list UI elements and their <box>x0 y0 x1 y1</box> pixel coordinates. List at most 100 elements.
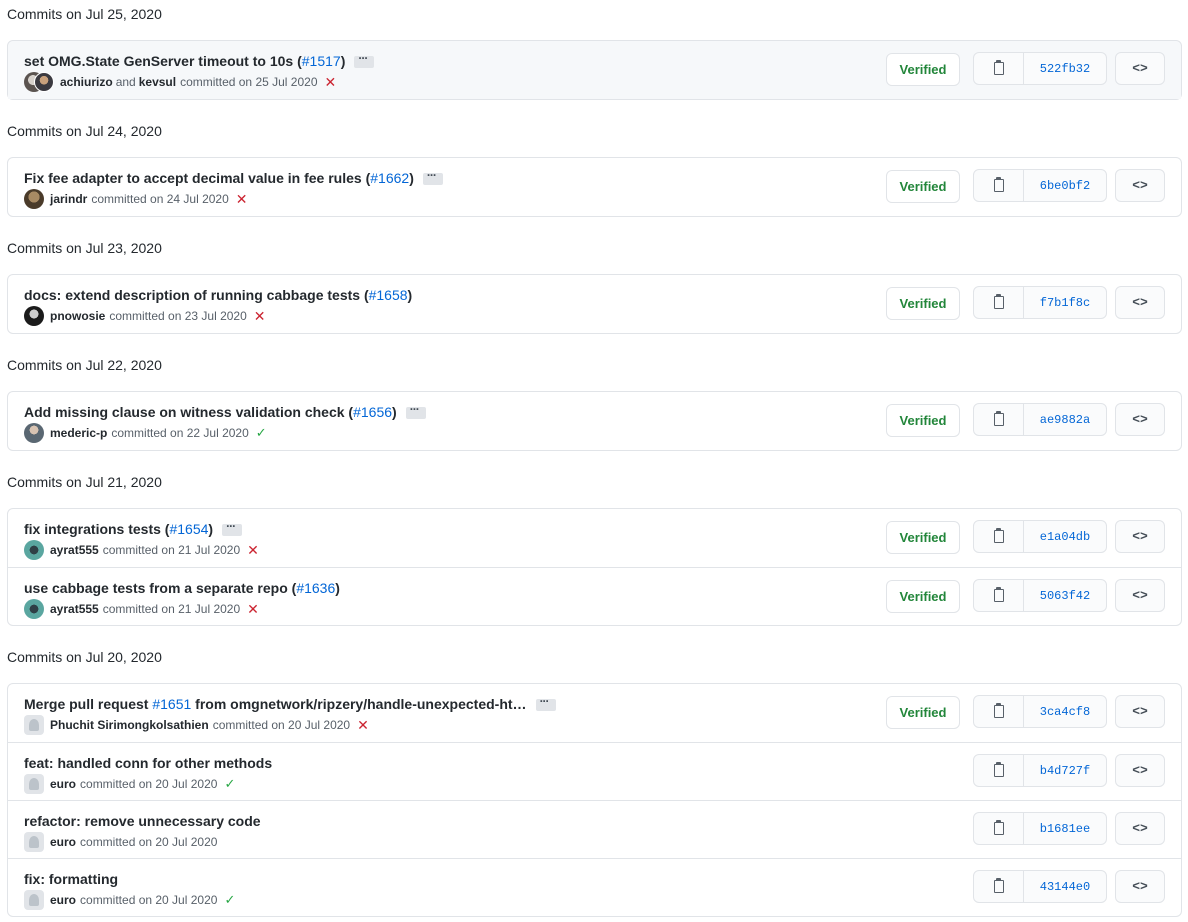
commit-title[interactable]: fix: formatting <box>24 871 118 887</box>
browse-repo-button[interactable]: <> <box>1115 812 1165 845</box>
commit-title-text[interactable]: use cabbage tests from a separate repo ( <box>24 580 296 596</box>
commit-title-text[interactable]: Merge pull request <box>24 696 152 712</box>
browse-repo-button[interactable]: <> <box>1115 579 1165 612</box>
commit-sha-link[interactable]: ae9882a <box>1024 404 1106 435</box>
browse-repo-button[interactable]: <> <box>1115 870 1165 903</box>
avatar-stack[interactable] <box>24 72 54 92</box>
browse-repo-button[interactable]: <> <box>1115 695 1165 728</box>
author-link[interactable]: Phuchit Sirimongkolsathien <box>50 718 209 732</box>
verified-badge[interactable]: Verified <box>886 170 960 203</box>
commit-title-text[interactable]: Fix fee adapter to accept decimal value … <box>24 170 370 186</box>
avatar[interactable] <box>24 832 44 852</box>
verified-badge[interactable]: Verified <box>886 696 960 729</box>
ci-success-icon[interactable]: ✓ <box>224 776 235 792</box>
ci-failed-icon[interactable]: ✕ <box>247 542 259 559</box>
avatar[interactable] <box>24 189 44 209</box>
commit-title[interactable]: refactor: remove unnecessary code <box>24 813 261 829</box>
commit-title-suffix[interactable]: ) <box>208 521 213 537</box>
commit-sha-link[interactable]: b4d727f <box>1024 755 1106 786</box>
commit-title-text[interactable]: fix integrations tests ( <box>24 521 169 537</box>
avatar[interactable] <box>24 715 44 735</box>
browse-repo-button[interactable]: <> <box>1115 52 1165 85</box>
commit-title[interactable]: feat: handled conn for other methods <box>24 755 272 771</box>
pull-request-link[interactable]: #1662 <box>370 170 409 186</box>
avatar[interactable] <box>24 423 44 443</box>
commit-title-suffix[interactable]: ) <box>392 404 397 420</box>
commit-sha-link[interactable]: e1a04db <box>1024 521 1106 552</box>
copy-sha-button[interactable] <box>974 871 1024 902</box>
author-link[interactable]: euro <box>50 777 76 791</box>
commit-title-text[interactable]: set OMG.State GenServer timeout to 10s ( <box>24 53 302 69</box>
ci-failed-icon[interactable]: ✕ <box>254 308 266 325</box>
commit-sha-link[interactable]: 5063f42 <box>1024 580 1106 611</box>
browse-repo-button[interactable]: <> <box>1115 754 1165 787</box>
pull-request-link[interactable]: #1654 <box>169 521 208 537</box>
pull-request-link[interactable]: #1656 <box>353 404 392 420</box>
author-link[interactable]: jarindr <box>50 192 87 206</box>
copy-sha-button[interactable] <box>974 287 1024 318</box>
ci-success-icon[interactable]: ✓ <box>256 425 267 441</box>
avatar[interactable] <box>34 72 54 92</box>
commit-sha-link[interactable]: 6be0bf2 <box>1024 170 1106 201</box>
copy-sha-button[interactable] <box>974 813 1024 844</box>
copy-sha-button[interactable] <box>974 696 1024 727</box>
author-link[interactable]: mederic-p <box>50 426 107 440</box>
copy-sha-button[interactable] <box>974 404 1024 435</box>
avatar[interactable] <box>24 540 44 560</box>
commit-title[interactable]: Fix fee adapter to accept decimal value … <box>24 170 414 186</box>
commit-title-text[interactable]: feat: handled conn for other methods <box>24 755 272 771</box>
commit-title[interactable]: use cabbage tests from a separate repo (… <box>24 580 340 596</box>
copy-sha-button[interactable] <box>974 521 1024 552</box>
pull-request-link[interactable]: #1517 <box>302 53 341 69</box>
avatar[interactable] <box>24 306 44 326</box>
expand-message-button[interactable] <box>222 519 243 536</box>
browse-repo-button[interactable]: <> <box>1115 169 1165 202</box>
commit-title[interactable]: Merge pull request #1651 from omgnetwork… <box>24 696 527 712</box>
commit-title-suffix[interactable]: ) <box>341 53 346 69</box>
avatar[interactable] <box>24 774 44 794</box>
browse-repo-button[interactable]: <> <box>1115 403 1165 436</box>
commit-title-suffix[interactable]: ) <box>408 287 413 303</box>
ci-failed-icon[interactable]: ✕ <box>325 74 337 91</box>
commit-title[interactable]: set OMG.State GenServer timeout to 10s (… <box>24 53 345 69</box>
expand-message-button[interactable] <box>535 694 556 711</box>
commit-title[interactable]: Add missing clause on witness validation… <box>24 404 397 420</box>
ci-failed-icon[interactable]: ✕ <box>357 717 369 734</box>
commit-title[interactable]: fix integrations tests (#1654) <box>24 521 213 537</box>
commit-title-text[interactable]: Add missing clause on witness validation… <box>24 404 353 420</box>
avatar[interactable] <box>24 599 44 619</box>
ci-success-icon[interactable]: ✓ <box>224 892 235 908</box>
verified-badge[interactable]: Verified <box>886 521 960 554</box>
verified-badge[interactable]: Verified <box>886 404 960 437</box>
expand-message-button[interactable] <box>405 402 426 419</box>
commit-sha-link[interactable]: f7b1f8c <box>1024 287 1106 318</box>
author-link[interactable]: ayrat555 <box>50 543 99 557</box>
pull-request-link[interactable]: #1636 <box>296 580 335 596</box>
commit-title-text[interactable]: refactor: remove unnecessary code <box>24 813 261 829</box>
commit-sha-link[interactable]: 522fb32 <box>1024 53 1106 84</box>
verified-badge[interactable]: Verified <box>886 53 960 86</box>
copy-sha-button[interactable] <box>974 580 1024 611</box>
author-link[interactable]: ayrat555 <box>50 602 99 616</box>
expand-message-button[interactable] <box>422 168 443 185</box>
author-link[interactable]: euro <box>50 893 76 907</box>
browse-repo-button[interactable]: <> <box>1115 286 1165 319</box>
commit-title-text[interactable]: fix: formatting <box>24 871 118 887</box>
ci-failed-icon[interactable]: ✕ <box>247 601 259 618</box>
avatar[interactable] <box>24 890 44 910</box>
commit-title-text[interactable]: docs: extend description of running cabb… <box>24 287 369 303</box>
commit-title[interactable]: docs: extend description of running cabb… <box>24 287 412 303</box>
commit-title-suffix[interactable]: ) <box>335 580 340 596</box>
copy-sha-button[interactable] <box>974 170 1024 201</box>
pull-request-link[interactable]: #1658 <box>369 287 408 303</box>
commit-title-suffix[interactable]: ) <box>409 170 414 186</box>
verified-badge[interactable]: Verified <box>886 287 960 320</box>
commit-sha-link[interactable]: b1681ee <box>1024 813 1106 844</box>
copy-sha-button[interactable] <box>974 53 1024 84</box>
commit-title-suffix[interactable]: from omgnetwork/ripzery/handle-unexpecte… <box>191 696 526 712</box>
copy-sha-button[interactable] <box>974 755 1024 786</box>
author-link[interactable]: kevsul <box>139 75 176 89</box>
ci-failed-icon[interactable]: ✕ <box>236 191 248 208</box>
commit-sha-link[interactable]: 43144e0 <box>1024 871 1106 902</box>
author-link[interactable]: achiurizo <box>60 75 113 89</box>
